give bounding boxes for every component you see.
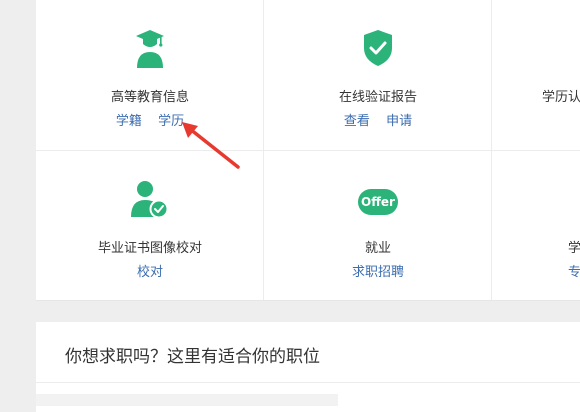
jobs-heading: 你想求职吗？这里有适合你的职位: [65, 347, 320, 367]
shield-check-icon: [362, 28, 394, 72]
offer-badge-icon: Offer: [358, 189, 398, 215]
link-job-recruitment[interactable]: 求职招聘: [352, 265, 404, 280]
service-title: 高等教育信息: [110, 90, 189, 105]
link-student-status[interactable]: 学籍: [116, 114, 142, 129]
service-title: 毕业证书图像校对: [97, 241, 202, 256]
link-apply[interactable]: 申请: [386, 114, 412, 129]
service-partial: 学 专: [492, 151, 580, 301]
service-title: 在线验证报告: [338, 90, 417, 105]
service-title: 就业: [364, 241, 391, 256]
red-arrow-annotation: [182, 122, 240, 169]
service-online-verification: 在线验证报告 查看 申请: [264, 0, 492, 150]
link-partial[interactable]: 专: [568, 265, 580, 280]
graduate-icon: [135, 28, 165, 72]
service-diploma-image-check: 毕业证书图像校对 校对: [36, 151, 264, 301]
service-title: 学: [568, 241, 580, 256]
divider: [36, 382, 580, 383]
service-degree-certification: 学历认: [492, 0, 580, 150]
services-card: 高等教育信息 学籍 学历 在线验证报告 查看 申请 学历认 毕业证书图像校对 校…: [36, 0, 580, 301]
link-view[interactable]: 查看: [344, 114, 370, 129]
job-list-placeholder: [36, 394, 338, 406]
jobs-section: 你想求职吗？这里有适合你的职位: [36, 322, 580, 412]
service-title: 学历认: [542, 90, 580, 105]
user-check-icon: [130, 179, 170, 223]
service-employment: Offer 就业 求职招聘: [264, 151, 492, 301]
link-check[interactable]: 校对: [137, 265, 163, 280]
